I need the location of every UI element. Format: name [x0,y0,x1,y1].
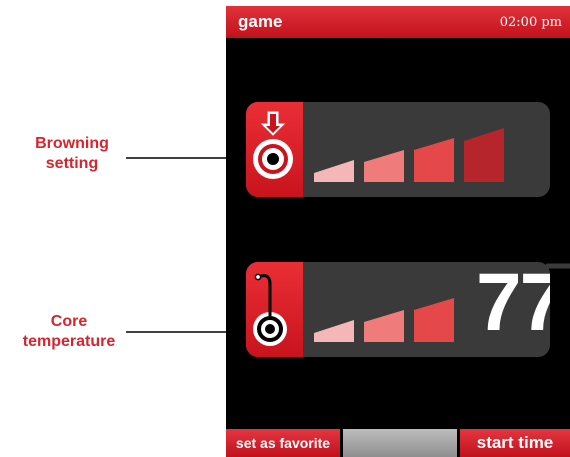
start-time-button[interactable]: start time [460,429,570,457]
callout-line-2: temperature [22,333,116,350]
level-bar-3 [414,298,454,342]
browning-setting-callout: Browning setting [18,134,126,174]
callout-line-1: Browning [35,135,109,152]
level-bar-2 [364,310,404,342]
core-temperature-value: 77 [476,262,550,348]
device-screen: game 02:00 pm 77 set as favorite start t… [226,6,570,457]
core-temperature-panel[interactable]: 77 [246,262,550,357]
temperature-probe-icon [246,262,303,357]
callout-line-2: setting [45,155,99,172]
probe-cable [526,263,570,275]
level-bar-1 [314,320,354,342]
callout-line-1: Core [50,313,88,330]
bottom-bar: set as favorite start time [226,429,570,457]
core-temperature-callout: Core temperature [6,312,132,352]
set-as-favorite-button[interactable]: set as favorite [226,429,340,457]
middle-button[interactable] [343,429,457,457]
